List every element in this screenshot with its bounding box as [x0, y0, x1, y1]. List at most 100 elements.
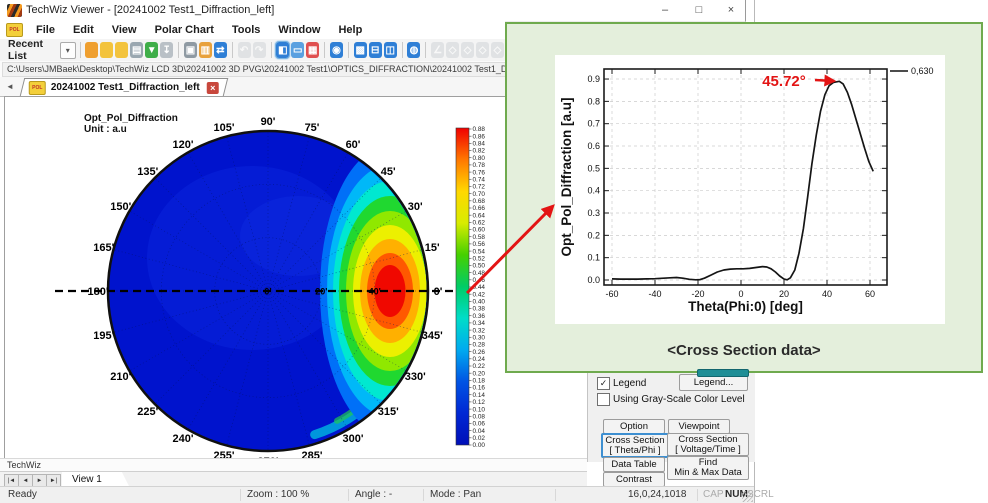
svg-text:0: 0: [738, 289, 743, 299]
svg-text:0.16: 0.16: [473, 385, 486, 392]
svg-text:0.7: 0.7: [587, 119, 600, 129]
svg-text:240': 240': [173, 433, 194, 445]
svg-text:-40: -40: [648, 289, 661, 299]
svg-text:-60: -60: [605, 289, 618, 299]
option-button[interactable]: Option: [603, 419, 665, 434]
svg-text:300': 300': [343, 433, 364, 445]
svg-text:0.8: 0.8: [587, 96, 600, 106]
svg-text:0.02: 0.02: [473, 435, 486, 442]
annotation-arrow: [815, 80, 834, 81]
cross-section-chart-svg: -60-40-2002040600.00.10.20.30.40.50.60.7…: [507, 24, 981, 371]
svg-text:0.46: 0.46: [473, 277, 486, 284]
svg-text:0.64: 0.64: [473, 212, 486, 219]
partially-hidden-button[interactable]: [697, 369, 749, 377]
screenshot-stage: TechWiz Viewer - [20241002 Test1_Diffrac…: [0, 0, 988, 503]
svg-text:0.0: 0.0: [587, 275, 600, 285]
colorbar: [456, 128, 469, 445]
status-angle: Angle : -: [355, 489, 392, 500]
svg-text:0.36: 0.36: [473, 313, 486, 320]
svg-text:0.10: 0.10: [473, 406, 486, 413]
svg-text:0.88: 0.88: [473, 126, 486, 133]
svg-text:75': 75': [305, 122, 320, 134]
status-zoom: Zoom : 100 %: [247, 489, 309, 500]
svg-text:60: 60: [865, 289, 875, 299]
svg-text:150': 150': [110, 201, 131, 213]
svg-text:0.22: 0.22: [473, 363, 486, 370]
svg-text:0.56: 0.56: [473, 241, 486, 248]
status-mode: Mode : Pan: [430, 489, 481, 500]
svg-text:0': 0': [434, 286, 443, 298]
svg-text:0.20: 0.20: [473, 370, 486, 377]
svg-text:-20: -20: [691, 289, 704, 299]
svg-text:0.74: 0.74: [473, 176, 486, 183]
svg-text:105': 105': [214, 122, 235, 134]
contrast-button[interactable]: Contrast: [603, 472, 665, 487]
svg-text:135': 135': [137, 166, 158, 178]
svg-text:0.50: 0.50: [473, 263, 486, 270]
dock-bar: TechWiz View 1 |◄◄►►|: [0, 458, 587, 487]
svg-text:0.9: 0.9: [587, 74, 600, 84]
svg-text:0.60: 0.60: [473, 227, 486, 234]
viewpoint-button[interactable]: Viewpoint: [668, 419, 730, 434]
cross-section-inset-panel: -60-40-2002040600.00.10.20.30.40.50.60.7…: [505, 22, 983, 373]
svg-text:0': 0': [264, 287, 271, 297]
svg-text:345': 345': [422, 330, 443, 342]
status-bar: Ready Zoom : 100 % Angle : - Mode : Pan …: [0, 486, 754, 503]
legend-checkbox[interactable]: ✓: [597, 377, 610, 390]
svg-text:0.26: 0.26: [473, 349, 486, 356]
svg-text:0.3: 0.3: [587, 208, 600, 218]
svg-text:40': 40': [369, 287, 381, 297]
svg-text:0.52: 0.52: [473, 255, 486, 262]
svg-text:330': 330': [405, 371, 426, 383]
svg-text:0.62: 0.62: [473, 220, 486, 227]
svg-text:120': 120': [173, 139, 194, 151]
legend-checkbox-label: Legend: [613, 378, 646, 389]
inset-x-axis-label: Theta(Phi:0) [deg]: [688, 299, 803, 314]
svg-text:0.04: 0.04: [473, 428, 486, 435]
grayscale-checkbox[interactable]: [597, 393, 610, 406]
cross-section-voltage-time-button[interactable]: Cross Section [ Voltage/Time ]: [667, 433, 749, 456]
svg-text:0.28: 0.28: [473, 342, 486, 349]
svg-text:0.34: 0.34: [473, 320, 486, 327]
svg-text:195': 195': [93, 330, 114, 342]
svg-text:90': 90': [261, 116, 276, 128]
svg-text:0.70: 0.70: [473, 191, 486, 198]
svg-text:15': 15': [425, 242, 440, 254]
svg-text:0.80: 0.80: [473, 155, 486, 162]
legend-entry: 0,630: [911, 66, 934, 76]
peak-angle-annotation: 45.72°: [762, 73, 806, 90]
svg-text:315': 315': [378, 406, 399, 418]
svg-text:0.76: 0.76: [473, 169, 486, 176]
svg-text:0.30: 0.30: [473, 334, 486, 341]
svg-text:0.84: 0.84: [473, 141, 486, 148]
svg-text:0.08: 0.08: [473, 413, 486, 420]
inset-caption: <Cross Section data>: [667, 342, 821, 359]
svg-text:0.1: 0.1: [587, 253, 600, 263]
status-ready: Ready: [8, 489, 37, 500]
svg-text:0.12: 0.12: [473, 399, 486, 406]
svg-text:30': 30': [408, 201, 423, 213]
svg-text:0.40: 0.40: [473, 299, 486, 306]
dock-title: TechWiz: [7, 460, 41, 470]
svg-text:0.48: 0.48: [473, 270, 486, 277]
svg-text:0.24: 0.24: [473, 356, 486, 363]
inset-y-axis-label: Opt_Pol_Diffraction [a.u]: [559, 97, 574, 256]
cross-section-theta-phi-button[interactable]: Cross Section [ Theta/Phi ]: [601, 433, 669, 458]
svg-text:45': 45': [381, 166, 396, 178]
svg-text:0.4: 0.4: [587, 186, 600, 196]
svg-text:0.82: 0.82: [473, 148, 486, 155]
svg-text:0.6: 0.6: [587, 141, 600, 151]
svg-text:0.42: 0.42: [473, 291, 486, 298]
svg-text:20: 20: [779, 289, 789, 299]
polar-chart-title: Opt_Pol_Diffraction Unit : a.u: [84, 113, 178, 135]
svg-text:0.06: 0.06: [473, 421, 486, 428]
svg-text:180': 180': [88, 286, 109, 298]
svg-text:0.32: 0.32: [473, 327, 486, 334]
find-min-max-button[interactable]: Find Min & Max Data: [667, 456, 749, 480]
svg-text:0.66: 0.66: [473, 205, 486, 212]
data-table-button[interactable]: Data Table: [603, 457, 665, 472]
svg-text:0.54: 0.54: [473, 248, 486, 255]
svg-text:165': 165': [93, 242, 114, 254]
svg-text:40: 40: [822, 289, 832, 299]
resize-grip[interactable]: [742, 491, 753, 502]
